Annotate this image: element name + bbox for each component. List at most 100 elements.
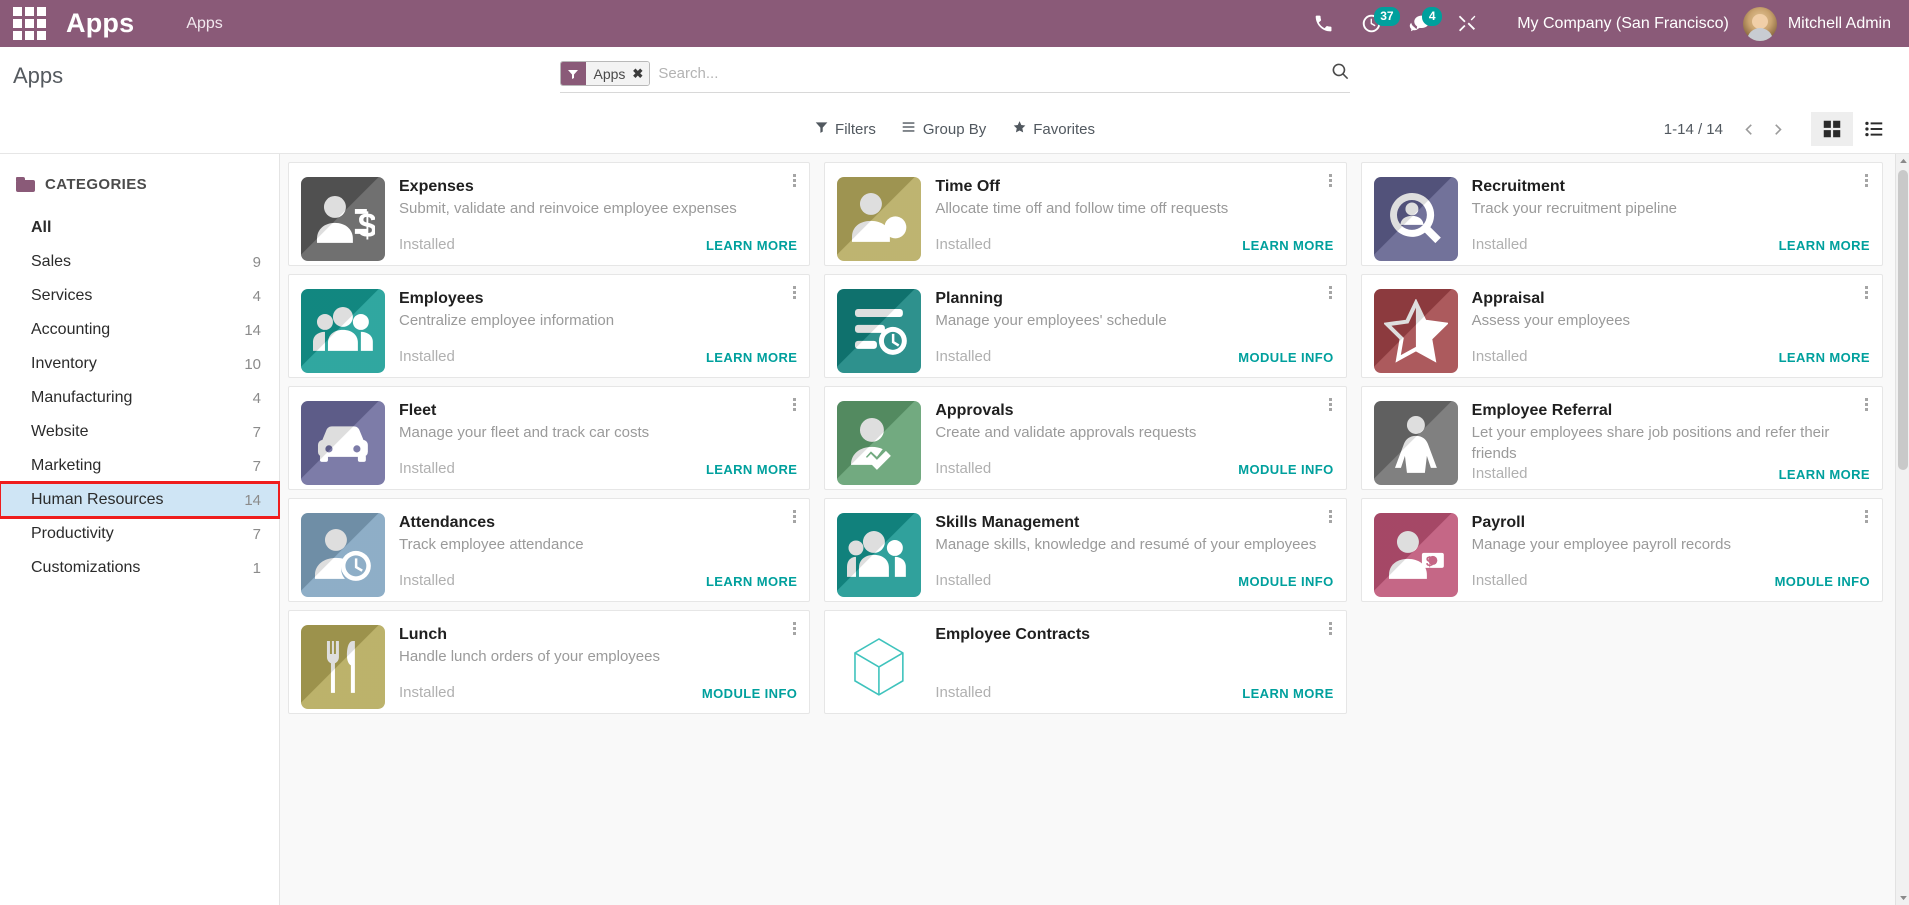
- app-action-link[interactable]: LEARN MORE: [706, 350, 797, 365]
- card-kebab-menu-icon[interactable]: [788, 507, 800, 525]
- app-card[interactable]: Skills ManagementManage skills, knowledg…: [824, 498, 1346, 602]
- card-kebab-menu-icon[interactable]: [1861, 395, 1873, 413]
- chat-bubble-icon[interactable]: 4: [1395, 0, 1443, 47]
- app-card-footer: InstalledLEARN MORE: [399, 572, 797, 589]
- app-action-link[interactable]: LEARN MORE: [706, 574, 797, 589]
- sidebar-item-sales[interactable]: Sales9: [0, 245, 279, 279]
- favorites-button[interactable]: Favorites: [1012, 120, 1095, 138]
- search-input[interactable]: [658, 65, 1320, 82]
- app-card-body: FleetManage your fleet and track car cos…: [399, 401, 797, 477]
- company-selector[interactable]: My Company (San Francisco): [1517, 15, 1729, 33]
- app-card[interactable]: ApprovalsCreate and validate approvals r…: [824, 386, 1346, 490]
- kanban-view-button[interactable]: [1811, 112, 1853, 146]
- app-description: Manage your fleet and track car costs: [399, 422, 797, 443]
- card-kebab-menu-icon[interactable]: [1325, 395, 1337, 413]
- app-action-link[interactable]: MODULE INFO: [702, 686, 797, 701]
- app-card[interactable]: AppraisalAssess your employeesInstalledL…: [1361, 274, 1883, 378]
- sidebar-item-all[interactable]: All: [0, 211, 279, 245]
- card-kebab-menu-icon[interactable]: [788, 283, 800, 301]
- app-action-link[interactable]: LEARN MORE: [1779, 238, 1870, 253]
- card-kebab-menu-icon[interactable]: [788, 619, 800, 637]
- app-card-footer: InstalledLEARN MORE: [399, 236, 797, 253]
- user-menu[interactable]: Mitchell Admin: [1788, 15, 1891, 33]
- app-action-link[interactable]: MODULE INFO: [1238, 462, 1333, 477]
- sidebar-item-manufacturing[interactable]: Manufacturing4: [0, 381, 279, 415]
- sidebar-item-human-resources[interactable]: Human Resources14: [0, 483, 279, 517]
- search-magnifier-icon[interactable]: [1331, 62, 1350, 86]
- app-description: Handle lunch orders of your employees: [399, 646, 797, 667]
- app-action-link[interactable]: LEARN MORE: [706, 462, 797, 477]
- app-card[interactable]: AttendancesTrack employee attendanceInst…: [288, 498, 810, 602]
- scroll-up-icon[interactable]: [1896, 154, 1909, 169]
- app-title: Payroll: [1472, 513, 1870, 533]
- app-action-link[interactable]: MODULE INFO: [1238, 350, 1333, 365]
- app-card-body: ApprovalsCreate and validate approvals r…: [935, 401, 1333, 477]
- wrench-screwdriver-icon[interactable]: [1443, 0, 1491, 47]
- group-by-button[interactable]: Group By: [902, 120, 986, 138]
- app-title: Recruitment: [1472, 177, 1870, 197]
- app-card[interactable]: Time OffAllocate time off and follow tim…: [824, 162, 1346, 266]
- sidebar-item-services[interactable]: Services4: [0, 279, 279, 313]
- card-kebab-menu-icon[interactable]: [788, 395, 800, 413]
- sidebar-item-accounting[interactable]: Accounting14: [0, 313, 279, 347]
- nav-menu-apps[interactable]: Apps: [186, 15, 222, 33]
- app-action-link[interactable]: MODULE INFO: [1775, 574, 1870, 589]
- scroll-down-icon[interactable]: [1896, 890, 1909, 905]
- card-kebab-menu-icon[interactable]: [1325, 283, 1337, 301]
- card-kebab-menu-icon[interactable]: [788, 171, 800, 189]
- app-card[interactable]: EmployeesCentralize employee information…: [288, 274, 810, 378]
- app-card[interactable]: FleetManage your fleet and track car cos…: [288, 386, 810, 490]
- app-card-footer: InstalledMODULE INFO: [399, 684, 797, 701]
- half-star-icon: [1374, 289, 1458, 373]
- sidebar-item-website[interactable]: Website7: [0, 415, 279, 449]
- app-action-link[interactable]: LEARN MORE: [1779, 350, 1870, 365]
- card-kebab-menu-icon[interactable]: [1325, 507, 1337, 525]
- sidebar-item-label: Customizations: [31, 559, 140, 577]
- hamburger-lines-icon: [902, 120, 916, 138]
- app-action-link[interactable]: LEARN MORE: [1779, 467, 1870, 482]
- app-title: Attendances: [399, 513, 797, 533]
- sidebar-item-marketing[interactable]: Marketing7: [0, 449, 279, 483]
- app-action-link[interactable]: LEARN MORE: [1242, 686, 1333, 701]
- sidebar-item-inventory[interactable]: Inventory10: [0, 347, 279, 381]
- app-card[interactable]: Employee ReferralLet your employees shar…: [1361, 386, 1883, 490]
- phone-icon[interactable]: [1299, 0, 1347, 47]
- app-card[interactable]: LunchHandle lunch orders of your employe…: [288, 610, 810, 714]
- app-card[interactable]: PlanningManage your employees' scheduleI…: [824, 274, 1346, 378]
- card-kebab-menu-icon[interactable]: [1861, 171, 1873, 189]
- app-title: Skills Management: [935, 513, 1333, 533]
- scrollbar-thumb[interactable]: [1898, 170, 1908, 470]
- card-kebab-menu-icon[interactable]: [1861, 283, 1873, 301]
- activity-clock-icon[interactable]: 37: [1347, 0, 1395, 47]
- card-kebab-menu-icon[interactable]: [1325, 171, 1337, 189]
- people-group-icon: [301, 289, 385, 373]
- app-card[interactable]: Employee ContractsInstalledLEARN MORE: [824, 610, 1346, 714]
- app-install-state: Installed: [935, 684, 991, 701]
- app-action-link[interactable]: MODULE INFO: [1238, 574, 1333, 589]
- pager-previous-button[interactable]: [1733, 114, 1763, 144]
- close-x-icon[interactable]: ✖: [632, 66, 643, 82]
- app-card[interactable]: $ExpensesSubmit, validate and reinvoice …: [288, 162, 810, 266]
- filters-button[interactable]: Filters: [814, 120, 876, 138]
- kanban-scrollbar[interactable]: [1895, 154, 1909, 905]
- pager-next-button[interactable]: [1763, 114, 1793, 144]
- list-view-button[interactable]: [1853, 112, 1895, 146]
- app-card[interactable]: $PayrollManage your employee payroll rec…: [1361, 498, 1883, 602]
- person-clock-icon: [301, 513, 385, 597]
- sidebar-item-customizations[interactable]: Customizations1: [0, 551, 279, 585]
- card-kebab-menu-icon[interactable]: [1325, 619, 1337, 637]
- app-action-link[interactable]: LEARN MORE: [1242, 238, 1333, 253]
- app-action-link[interactable]: LEARN MORE: [706, 238, 797, 253]
- app-title: Time Off: [935, 177, 1333, 197]
- card-kebab-menu-icon[interactable]: [1861, 507, 1873, 525]
- app-install-state: Installed: [1472, 236, 1528, 253]
- car-icon: [301, 401, 385, 485]
- search-facet-apps[interactable]: Apps ✖: [560, 61, 651, 86]
- facet-label-text: Apps: [594, 66, 626, 82]
- sidebar-item-label: Human Resources: [31, 491, 164, 509]
- avatar[interactable]: [1743, 7, 1777, 41]
- apps-grid-icon[interactable]: [0, 0, 58, 47]
- sidebar-item-productivity[interactable]: Productivity7: [0, 517, 279, 551]
- app-card[interactable]: RecruitmentTrack your recruitment pipeli…: [1361, 162, 1883, 266]
- app-description: Manage skills, knowledge and resumé of y…: [935, 534, 1333, 555]
